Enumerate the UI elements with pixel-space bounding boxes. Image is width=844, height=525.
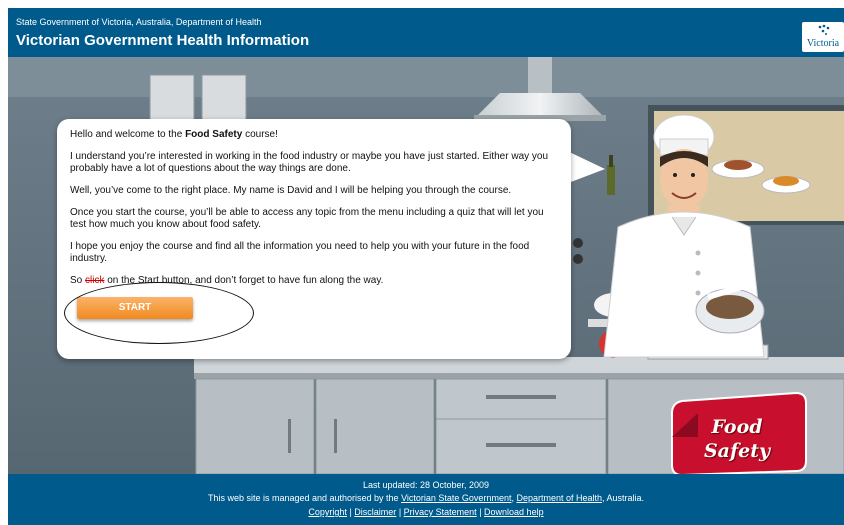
greeting-text: Hello and welcome to the Food Safety cou… — [70, 129, 560, 141]
site-footer: Last updated: 28 October, 2009 This web … — [8, 474, 844, 525]
footer-links: Copyright | Disclaimer | Privacy Stateme… — [8, 507, 844, 517]
link-separator: | — [476, 507, 485, 517]
victoria-logo-icon[interactable]: Victoria — [802, 22, 844, 52]
badge-line-1: Food — [711, 416, 763, 438]
managed-suffix: , Australia. — [602, 493, 645, 503]
site-header: State Government of Victoria, Australia,… — [8, 8, 844, 57]
copyright-link[interactable]: Copyright — [308, 507, 347, 517]
link-separator: | — [396, 507, 404, 517]
managed-prefix: This web site is managed and authorised … — [207, 493, 402, 503]
managed-by-line: This web site is managed and authorised … — [8, 493, 844, 503]
badge-line-2: Safety — [703, 440, 771, 462]
last-updated: Last updated: 28 October, 2009 — [362, 480, 490, 490]
intro-paragraph: I understand you’re interested in workin… — [70, 151, 549, 174]
page-frame: State Government of Victoria, Australia,… — [8, 8, 844, 525]
highlight-circle-annotation — [64, 282, 254, 344]
download-help-link[interactable]: Download help — [484, 507, 544, 517]
topics-paragraph: Once you start the course, you’ll be abl… — [70, 207, 544, 230]
instruction-prefix: So — [70, 275, 86, 286]
enjoy-paragraph: I hope you enjoy the course and find all… — [70, 241, 530, 264]
victorian-state-government-link[interactable]: Victorian State Government — [401, 493, 511, 503]
header-subtitle: State Government of Victoria, Australia,… — [16, 17, 262, 27]
site-title[interactable]: Victorian Government Health Information — [16, 32, 309, 49]
greeting-prefix: Hello and welcome to the — [70, 129, 186, 140]
guide-paragraph: Well, you’ve come to the right place. My… — [70, 185, 512, 196]
logo-text: Victoria — [806, 38, 840, 49]
privacy-statement-link[interactable]: Privacy Statement — [404, 507, 477, 517]
star-cross-icon — [818, 24, 830, 35]
department-of-health-link[interactable]: Department of Health — [516, 493, 602, 503]
disclaimer-link[interactable]: Disclaimer — [354, 507, 396, 517]
greeting-suffix: course! — [242, 129, 278, 140]
course-name: Food Safety — [185, 129, 243, 140]
struck-word: click — [85, 275, 105, 286]
welcome-speech-bubble: Hello and welcome to the Food Safety cou… — [57, 119, 571, 359]
course-scene: Hello and welcome to the Food Safety cou… — [8, 57, 844, 474]
food-safety-badge: Food Safety — [669, 398, 805, 474]
